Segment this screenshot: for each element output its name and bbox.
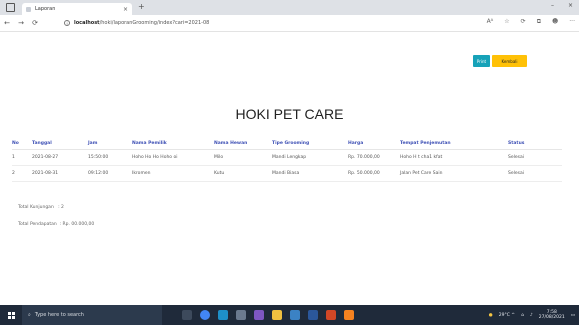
page-title: HOKI PET CARE [235,106,344,122]
site-info-icon[interactable]: i [64,20,70,26]
taskbar-pinned-apps [182,310,354,320]
cell-tipe-grooming: Mandi Lengkap [272,149,348,166]
store-icon[interactable] [236,310,246,320]
new-tab-button[interactable]: + [138,2,145,11]
task-view-icon[interactable] [182,310,192,320]
read-aloud-icon[interactable]: Aᴬ [487,18,494,26]
total-pendapatan-label: Total Pendapatan [18,222,57,227]
cell-harga: Rp. 70.000,00 [348,149,400,166]
xampp-icon[interactable] [344,310,354,320]
network-icon[interactable]: ⌂ [521,313,524,318]
column-header-status: Status [508,138,562,150]
column-header-tempat: Tempat Penjemutan [400,138,508,150]
cell-tempat: Hoho H t cha1 kfat [400,149,508,166]
chrome-icon[interactable] [200,310,210,320]
print-button[interactable]: Print [473,55,490,67]
clock-date: 27/08/2021 [538,315,565,320]
address-bar[interactable]: i localhost /hoki/laporanGrooming/index?… [64,17,444,29]
total-kunjungan-value: : 2 [58,205,64,210]
cell-nama-pemilik: Hoho Ho Ho Hoho oi [132,149,214,166]
cell-tanggal: 2021-08-31 [32,165,88,182]
cell-nama-pemilik: Ikromen [132,165,214,182]
photos-icon[interactable] [290,310,300,320]
tab-favicon-icon [26,6,31,12]
column-header-tipe-grooming: Tipe Grooming [272,138,348,150]
table-row: 2 2021-08-31 09:12:00 Ikromen Kutu Mandi… [12,165,562,182]
windows-taskbar: ⌕ Type here to search ● 29°C ^ ⌂ ♪ 7:58 … [0,305,579,325]
start-button[interactable] [0,305,22,325]
search-icon: ⌕ [28,312,31,318]
edge-icon[interactable] [218,310,228,320]
cell-tempat: Jalan Pet Care Sain [400,165,508,182]
window-menu-icon[interactable] [6,3,15,12]
cell-nama-hewan: Kutu [214,165,272,182]
file-explorer-icon[interactable] [272,310,282,320]
tab-close-icon[interactable]: × [123,6,128,13]
total-kunjungan: Total Kunjungan : 2 [18,205,64,210]
tab-title: Laporan [35,6,56,12]
toolbar-right-icons: Aᴬ ☆ ⟳ ⧉ ☻ ··· [487,18,575,26]
total-pendapatan-value: : Rp. 00.000,00 [59,222,95,227]
column-header-jam: Jam [88,138,132,150]
grooming-report-table: No Tanggal Jam Nama Pemilik Nama Hewan T… [12,138,562,182]
reload-icon[interactable]: ⟳ [28,19,42,27]
cell-jam: 15:50:00 [88,149,132,166]
table-header-row: No Tanggal Jam Nama Pemilik Nama Hewan T… [12,138,562,150]
minimize-button[interactable]: – [551,2,554,9]
cell-no: 2 [12,165,32,182]
cell-status: Selesai [508,165,562,182]
system-tray: ● 29°C ^ ⌂ ♪ 7:58 27/08/2021 ▭ [489,305,575,325]
cell-tipe-grooming: Mandi Biasa [272,165,348,182]
refresh-icon[interactable]: ⟳ [521,18,526,26]
collections-icon[interactable]: ⧉ [537,18,541,26]
forward-arrow-icon[interactable]: → [14,19,28,27]
column-header-nama-hewan: Nama Hewan [214,138,272,150]
cell-no: 1 [12,149,32,166]
windows-logo-icon [7,311,15,319]
taskbar-search-box[interactable]: ⌕ Type here to search [22,305,162,325]
cell-harga: Rp. 50.000,00 [348,165,400,182]
browser-tab-strip: Laporan × + – × [0,0,579,15]
cell-jam: 09:12:00 [88,165,132,182]
url-host: localhost [74,20,100,26]
close-window-button[interactable]: × [568,2,573,9]
cell-status: Selesai [508,149,562,166]
table-row: 1 2021-08-27 15:50:00 Hoho Ho Ho Hoho oi… [12,149,562,166]
more-menu-icon[interactable]: ··· [569,18,575,26]
tab-laporan[interactable]: Laporan × [22,3,132,15]
visual-studio-icon[interactable] [254,310,264,320]
volume-icon[interactable]: ♪ [530,313,533,318]
favorite-star-icon[interactable]: ☆ [504,18,509,26]
back-button[interactable]: Kembali [492,55,527,67]
word-icon[interactable] [308,310,318,320]
window-controls: – × [551,2,573,9]
powerpoint-icon[interactable] [326,310,336,320]
column-header-no: No [12,138,32,150]
column-header-tanggal: Tanggal [32,138,88,150]
taskbar-clock[interactable]: 7:58 27/08/2021 [539,310,565,320]
total-pendapatan: Total Pendapatan : Rp. 00.000,00 [18,222,94,227]
taskbar-search-placeholder: Type here to search [34,312,84,318]
url-path: /hoki/laporanGrooming/index?cari=2021-08 [99,20,210,26]
browser-toolbar: ← → ⟳ i localhost /hoki/laporanGrooming/… [0,15,579,32]
column-header-harga: Harga [348,138,400,150]
cell-tanggal: 2021-08-27 [32,149,88,166]
tray-status[interactable]: 29°C ^ [499,313,515,318]
weather-icon[interactable]: ● [489,313,493,318]
total-kunjungan-label: Total Kunjungan [18,205,54,210]
cell-nama-hewan: Milo [214,149,272,166]
column-header-nama-pemilik: Nama Pemilik [132,138,214,150]
back-arrow-icon[interactable]: ← [0,19,14,27]
notification-icon[interactable]: ▭ [571,313,575,318]
profile-icon[interactable]: ☻ [552,18,558,26]
